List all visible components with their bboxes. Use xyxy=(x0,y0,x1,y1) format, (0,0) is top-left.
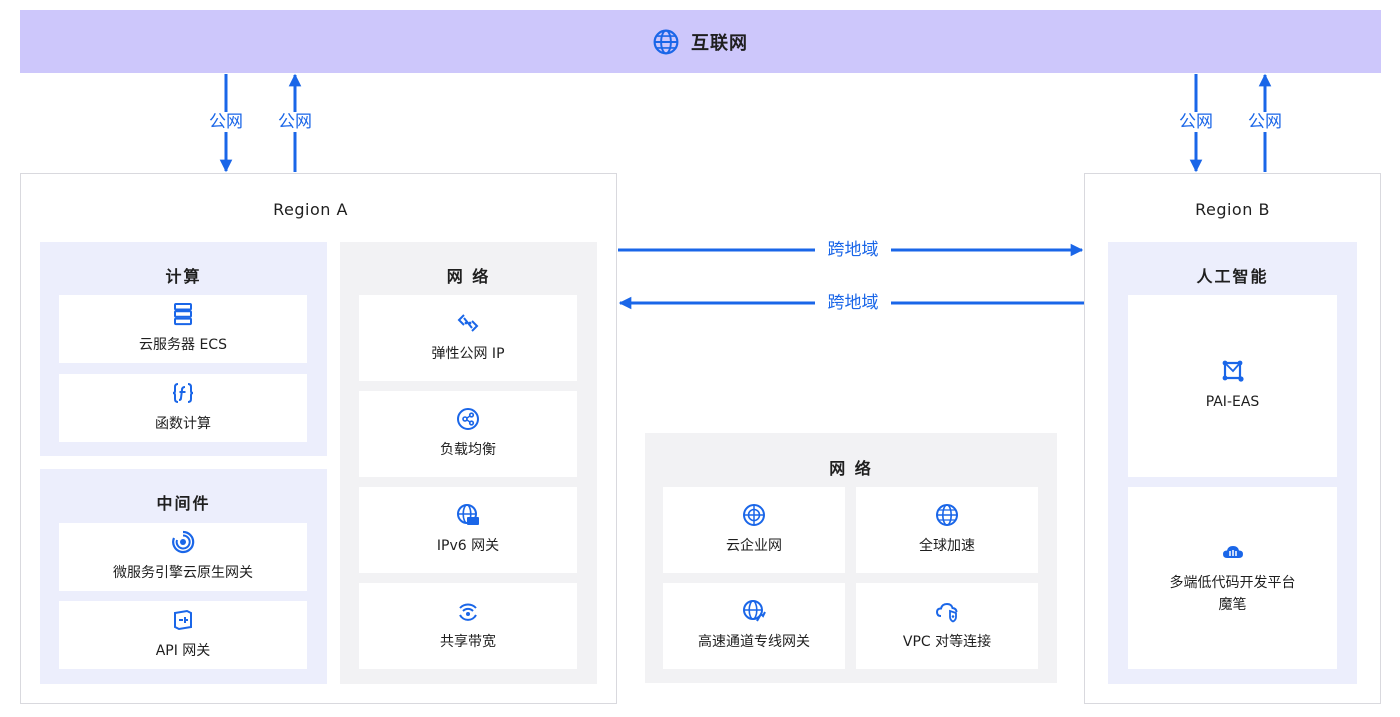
card-vpc-peering[interactable]: VPC 对等连接 xyxy=(856,583,1038,669)
compute-title: 计算 xyxy=(165,267,202,286)
eip-icon xyxy=(457,314,479,332)
card-express-connect[interactable]: 高速通道专线网关 xyxy=(663,583,845,669)
card-lowcode-platform-label-line1: 多端低代码开发平台 xyxy=(1169,575,1296,591)
cross-region-label-bottom: 跨地域 xyxy=(815,293,891,313)
cen-icon xyxy=(743,504,765,526)
card-shared-bandwidth-label: 共享带宽 xyxy=(440,634,496,650)
internet-label: 互联网 xyxy=(691,32,748,54)
region-a-title: Region A xyxy=(273,200,348,219)
card-eip[interactable]: 弹性公网 IP xyxy=(359,295,577,381)
card-function-compute[interactable]: 函数计算 xyxy=(59,374,307,442)
public-label-b-up: 公网 xyxy=(1243,112,1287,132)
api-gateway-icon xyxy=(174,609,192,631)
card-api-gateway-label: API 网关 xyxy=(155,643,211,659)
card-vpc-peering-label: VPC 对等连接 xyxy=(902,634,992,650)
card-express-connect-label: 高速通道专线网关 xyxy=(698,634,810,650)
network-title-region-a: 网 络 xyxy=(446,267,491,286)
card-pai-eas[interactable]: PAI-EAS xyxy=(1128,295,1337,477)
card-eip-label: 弹性公网 IP xyxy=(431,346,505,362)
pai-eas-icon xyxy=(1222,360,1244,382)
ai-title: 人工智能 xyxy=(1196,267,1269,286)
globe-icon xyxy=(653,29,679,54)
region-b-title: Region B xyxy=(1195,200,1270,219)
ipv6-gateway-icon xyxy=(457,504,479,525)
card-global-acceleration-label: 全球加速 xyxy=(919,538,975,554)
cloud-platform-icon xyxy=(1222,546,1243,558)
card-global-acceleration[interactable]: 全球加速 xyxy=(856,487,1038,573)
express-connect-icon xyxy=(743,600,766,622)
network-title-center: 网 络 xyxy=(829,459,873,478)
microservice-engine-icon xyxy=(172,530,195,554)
card-api-gateway[interactable]: API 网关 xyxy=(59,601,307,669)
card-load-balancer-label: 负载均衡 xyxy=(440,442,496,458)
card-microservice-engine-label: 微服务引擎云原生网关 xyxy=(113,565,253,581)
middleware-title: 中间件 xyxy=(156,494,211,513)
load-balancer-icon xyxy=(457,408,479,430)
card-ipv6-gateway-label: IPv6 网关 xyxy=(436,538,500,554)
card-pai-eas-label: PAI-EAS xyxy=(1205,394,1260,410)
public-label-b-down: 公网 xyxy=(1174,112,1218,132)
function-icon xyxy=(172,383,194,403)
public-label-a-down: 公网 xyxy=(204,112,248,132)
card-microservice-engine[interactable]: 微服务引擎云原生网关 xyxy=(59,523,307,591)
internet-bar: 互联网 xyxy=(20,10,1381,73)
card-cen[interactable]: 云企业网 xyxy=(663,487,845,573)
vpc-peering-icon xyxy=(935,602,958,623)
card-function-compute-label: 函数计算 xyxy=(155,416,211,432)
card-lowcode-platform-label-line2: 魔笔 xyxy=(1218,597,1247,613)
card-lowcode-platform[interactable]: 多端低代码开发平台 魔笔 xyxy=(1128,487,1337,669)
card-cen-label: 云企业网 xyxy=(726,538,782,554)
card-shared-bandwidth[interactable]: 共享带宽 xyxy=(359,583,577,669)
server-icon xyxy=(174,303,192,326)
cross-region-label-top: 跨地域 xyxy=(815,240,891,260)
public-label-a-up: 公网 xyxy=(273,112,317,132)
card-ecs[interactable]: 云服务器 ECS xyxy=(59,295,307,363)
card-load-balancer[interactable]: 负载均衡 xyxy=(359,391,577,477)
shared-bandwidth-icon xyxy=(459,603,477,621)
card-ipv6-gateway[interactable]: IPv6 网关 xyxy=(359,487,577,573)
global-acceleration-icon xyxy=(936,504,958,526)
card-ecs-label: 云服务器 ECS xyxy=(139,337,227,353)
